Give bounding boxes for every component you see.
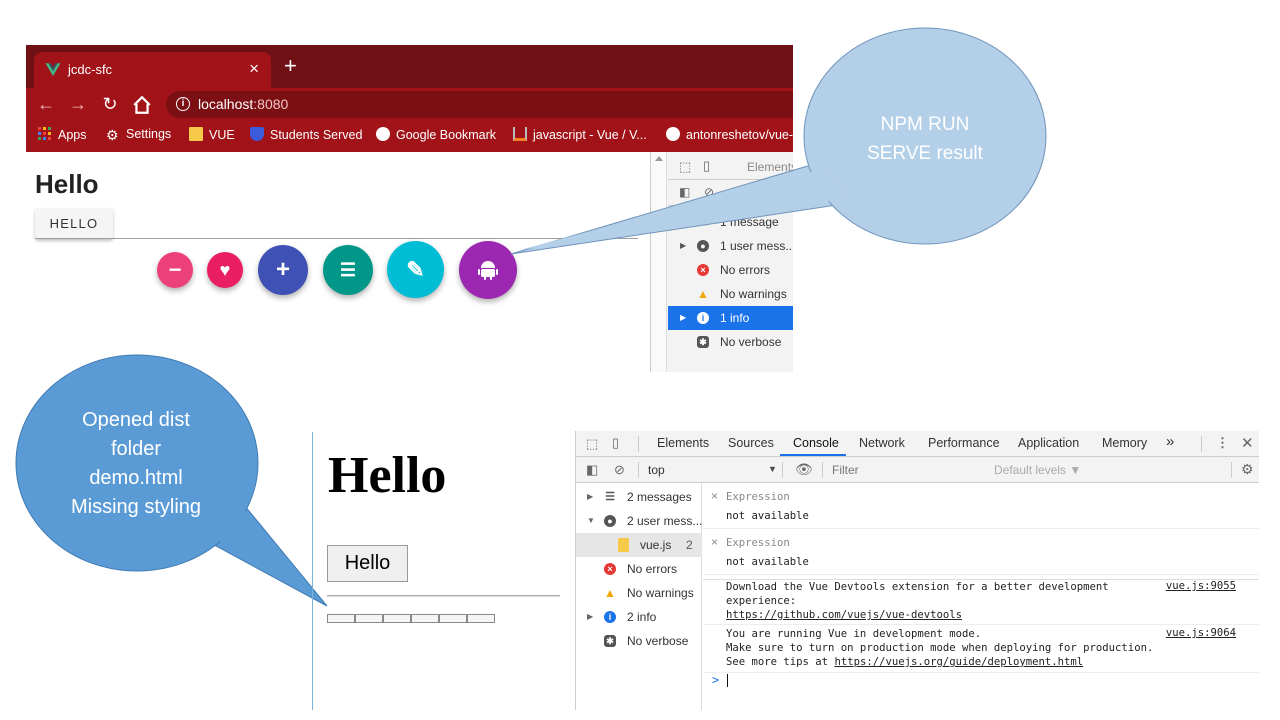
message-text: Make sure to turn on production mode whe… <box>726 642 1154 654</box>
sidebar-info[interactable]: ▶ i 2 info <box>576 605 702 629</box>
npm-callout-text: NPM RUN SERVE result <box>840 110 1010 168</box>
sidebar-verbose[interactable]: ✱ No verbose <box>576 629 702 653</box>
tab-console[interactable]: Console <box>793 436 839 450</box>
callout-line: folder <box>110 438 162 460</box>
tab-sources[interactable]: Sources <box>728 436 774 450</box>
inspect-icon[interactable]: ⬚ <box>586 436 598 452</box>
active-tab-indicator <box>780 454 846 456</box>
filter-input[interactable] <box>828 460 983 480</box>
tab-application[interactable]: Application <box>1018 436 1079 450</box>
divider <box>638 462 639 478</box>
console-input-caret[interactable] <box>727 674 728 687</box>
remove-expression-icon[interactable]: × <box>711 535 718 549</box>
tab-elements[interactable]: Elements <box>657 436 709 450</box>
row-count: 2 <box>686 538 693 552</box>
tab-memory[interactable]: Memory <box>1102 436 1147 450</box>
console-message: Download the Vue Devtools extension for … <box>703 579 1259 625</box>
console-message: You are running Vue in development mode.… <box>703 627 1259 673</box>
context-select[interactable]: top <box>648 463 665 477</box>
row-label: No errors <box>627 562 678 576</box>
callout-line: NPM RUN <box>880 114 970 135</box>
divider <box>1231 462 1232 478</box>
row-label: vue.js <box>640 538 672 552</box>
unstyled-button[interactable] <box>383 614 411 623</box>
expand-arrow-icon: ▼ <box>587 516 595 525</box>
message-source[interactable]: vue.js:9055 <box>1166 580 1236 592</box>
log-levels-select[interactable]: Default levels ▼ <box>994 463 1081 477</box>
devtools-tabbar: ⬚ ▯ Elements Sources Console Network Per… <box>576 431 1259 457</box>
row-label: No verbose <box>627 634 689 648</box>
expression-label[interactable]: Expression <box>726 491 790 503</box>
page-edge <box>312 432 313 710</box>
message-text: Download the Vue Devtools extension for … <box>726 581 1109 593</box>
expression-label[interactable]: Expression <box>726 537 790 549</box>
dist-callout-text: Opened dist folder demo.html Missing sty… <box>36 406 236 522</box>
message-text: See more tips at https://vuejs.org/guide… <box>726 655 1083 669</box>
message-link[interactable]: https://vuejs.org/guide/deployment.html <box>834 656 1083 668</box>
unstyled-button[interactable] <box>355 614 383 623</box>
device-toggle-icon[interactable]: ▯ <box>612 435 619 451</box>
console-toolbar: ◧ ⊘ top ▼ 👁 Default levels ▼ ⚙ <box>576 457 1259 483</box>
clear-console-icon[interactable]: ⊘ <box>614 462 625 478</box>
divider <box>638 436 639 452</box>
callout-line: demo.html <box>89 467 183 489</box>
sidebar-errors[interactable]: × No errors <box>576 557 702 581</box>
divider <box>1201 436 1202 452</box>
kebab-menu-icon[interactable]: ⋮ <box>1216 435 1229 451</box>
sidebar-user-messages[interactable]: ▼ ● 2 user mess... <box>576 509 702 533</box>
live-expression: × Expression not available <box>703 485 1259 529</box>
raw-divider <box>327 595 560 597</box>
row-label: 2 messages <box>627 490 692 504</box>
console-prompt-icon: > <box>712 673 720 687</box>
row-label: No warnings <box>627 586 694 600</box>
sidebar-vue-js[interactable]: vue.js 2 <box>576 533 702 557</box>
message-source[interactable]: vue.js:9064 <box>1166 627 1236 639</box>
close-devtools-icon[interactable]: ✕ <box>1241 434 1254 452</box>
gear-icon[interactable]: ⚙ <box>1241 461 1254 478</box>
file-icon <box>618 538 629 552</box>
message-text: You are running Vue in development mode. <box>726 628 982 640</box>
console-output: × Expression not available × Expression … <box>703 483 1259 710</box>
bug-icon: ✱ <box>604 635 616 647</box>
sidebar-messages[interactable]: ▶ ☰ 2 messages <box>576 485 702 509</box>
sidebar-toggle-icon[interactable]: ◧ <box>586 462 598 478</box>
expand-arrow-icon: ▶ <box>587 492 594 501</box>
expression-value: not available <box>726 510 809 522</box>
callout-line: SERVE result <box>867 143 983 164</box>
unstyled-button[interactable] <box>411 614 439 623</box>
row-label: 2 user mess... <box>627 514 703 528</box>
warning-icon: ▲ <box>604 586 616 600</box>
info-icon: i <box>604 611 616 623</box>
divider <box>782 462 783 478</box>
sidebar-warnings[interactable]: ▲ No warnings <box>576 581 702 605</box>
console-sidebar: ▶ ☰ 2 messages ▼ ● 2 user mess... vue.js… <box>576 483 702 710</box>
remove-expression-icon[interactable]: × <box>711 489 718 503</box>
unstyled-button[interactable] <box>327 614 355 623</box>
callout-line: Opened dist <box>82 409 190 431</box>
unstyled-button[interactable] <box>439 614 467 623</box>
expand-arrow-icon: ▶ <box>587 612 594 621</box>
message-link[interactable]: https://github.com/vuejs/vue-devtools <box>726 608 962 622</box>
expression-value: not available <box>726 556 809 568</box>
row-label: 2 info <box>627 610 657 624</box>
live-expression: × Expression not available <box>703 531 1259 575</box>
list-icon: ☰ <box>605 491 615 503</box>
raw-hello-button[interactable]: Hello <box>327 545 408 582</box>
tab-network[interactable]: Network <box>859 436 905 450</box>
error-icon: × <box>604 563 616 575</box>
eye-icon[interactable]: 👁 <box>795 461 813 478</box>
devtools-panel-bottom: ⬚ ▯ Elements Sources Console Network Per… <box>575 431 1259 710</box>
user-icon: ● <box>604 515 616 527</box>
unstyled-button[interactable] <box>467 614 495 623</box>
callout-line: Missing styling <box>70 496 202 518</box>
message-text: experience: <box>726 595 797 607</box>
raw-page-heading: Hello <box>328 447 447 504</box>
divider <box>822 462 823 478</box>
tab-performance[interactable]: Performance <box>928 436 1000 450</box>
context-dropdown-icon[interactable]: ▼ <box>768 464 777 474</box>
message-prefix: See more tips at <box>726 656 835 668</box>
more-tabs-icon[interactable]: » <box>1166 433 1174 450</box>
